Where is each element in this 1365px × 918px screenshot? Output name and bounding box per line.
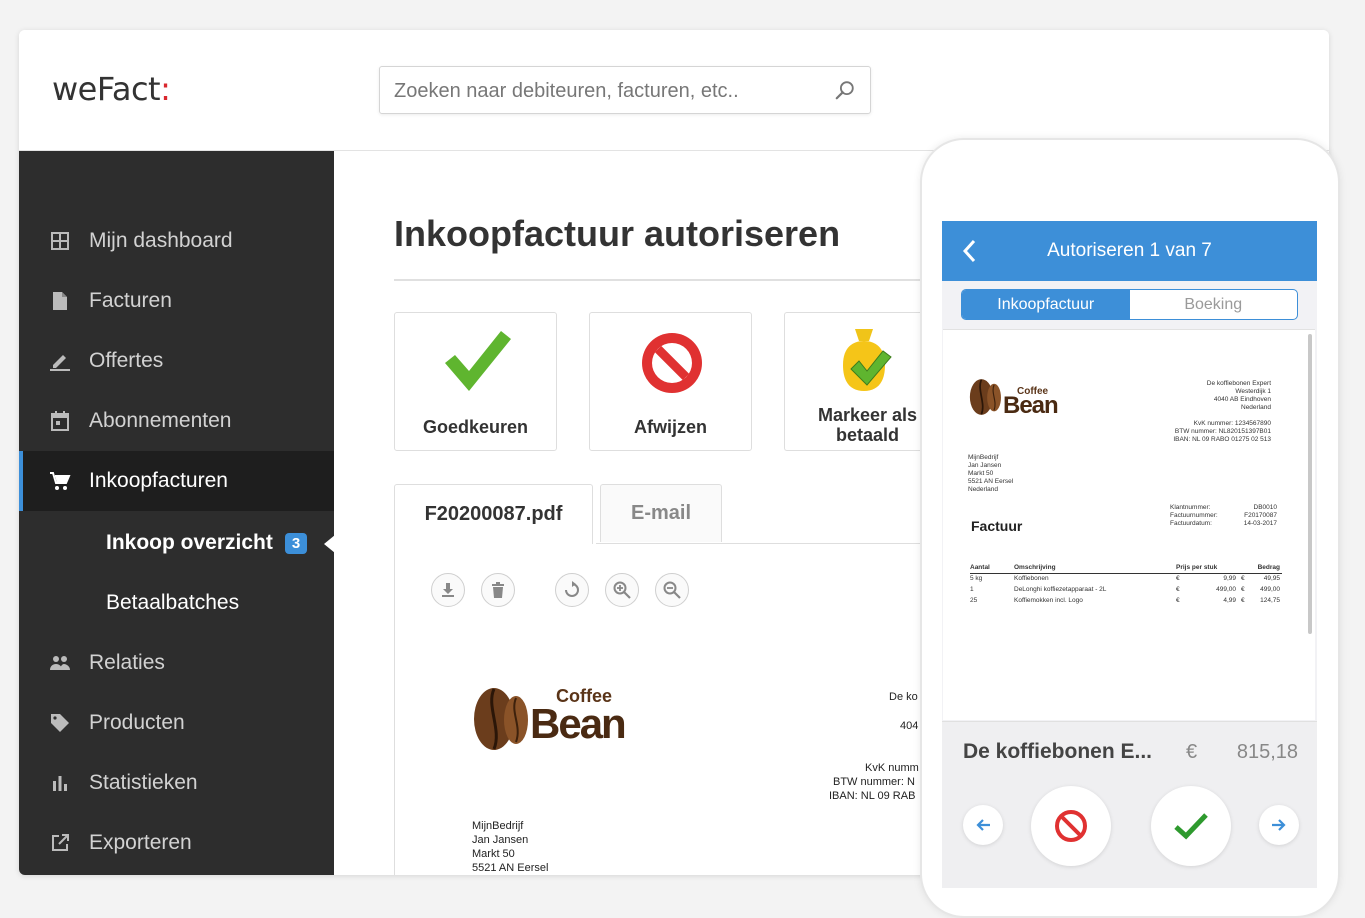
delete-button[interactable] xyxy=(481,573,515,607)
phone-screen: Autoriseren 1 van 7 Inkoopfactuur Boekin… xyxy=(942,221,1317,888)
table-row: 25 xyxy=(970,597,978,604)
title-divider xyxy=(394,279,954,281)
page-title: Inkoopfactuur autoriseren xyxy=(394,213,841,254)
count-badge: 3 xyxy=(284,532,308,554)
arrow-left-icon xyxy=(976,819,990,831)
mobile-recipient-address: MijnBedrijf Jan Jansen Markt 50 5521 AN … xyxy=(968,454,1014,493)
sidebar-item-relaties[interactable]: Relaties xyxy=(19,633,334,693)
invoice-amount: 815,18 xyxy=(1236,741,1298,763)
people-icon xyxy=(49,652,71,674)
search-input[interactable] xyxy=(380,67,826,115)
vendor-name: De koffiebonen E... xyxy=(963,740,1153,763)
zoom-out-icon xyxy=(663,581,681,599)
back-chevron-icon[interactable] xyxy=(960,238,980,264)
approve-button[interactable]: Goedkeuren xyxy=(394,312,557,451)
zoom-in-button[interactable] xyxy=(605,573,639,607)
segmented-control: Inkoopfactuur Boeking xyxy=(961,289,1298,320)
checkmark-icon xyxy=(445,331,511,391)
mark-paid-button[interactable]: Markeer als betaald xyxy=(784,312,924,451)
money-bag-icon xyxy=(843,329,892,391)
currency-symbol: € xyxy=(1186,741,1198,763)
sidebar-item-exporteren[interactable]: Exporteren xyxy=(19,813,334,873)
sidebar-item-statistieken[interactable]: Statistieken xyxy=(19,753,334,813)
mobile-invoice-heading: Factuur xyxy=(971,518,1023,534)
table-row: 1 xyxy=(970,586,974,593)
segment-boeking[interactable]: Boeking xyxy=(1130,290,1298,319)
sidebar-item-dashboard[interactable]: Mijn dashboard xyxy=(19,211,334,271)
trash-icon xyxy=(492,582,504,598)
mobile-header: Autoriseren 1 van 7 xyxy=(942,221,1317,281)
prohibited-icon xyxy=(642,333,702,393)
mobile-footer: De koffiebonen E... € 815,18 xyxy=(942,721,1317,888)
bar-chart-icon xyxy=(49,772,71,794)
sidebar-item-abonnementen[interactable]: Abonnementen xyxy=(19,391,334,451)
arrow-right-icon xyxy=(1272,819,1286,831)
zoom-in-icon xyxy=(613,581,631,599)
sidebar-item-offertes[interactable]: Offertes xyxy=(19,331,334,391)
download-button[interactable] xyxy=(431,573,465,607)
coffee-bean-icon xyxy=(969,379,1001,415)
tab-email[interactable]: E-mail xyxy=(600,484,722,542)
mobile-invoice-preview: Coffee Bean De koffiebonen Expert Wester… xyxy=(943,329,1315,720)
search-icon[interactable] xyxy=(834,79,856,101)
checkmark-icon xyxy=(1174,813,1208,840)
sidebar-item-inkoopfacturen[interactable]: Inkoopfacturen xyxy=(19,451,334,511)
mobile-invoice-meta-labels: Klantnummer: Factuurnummer: Factuurdatum… xyxy=(1170,504,1218,527)
cart-icon xyxy=(49,470,71,492)
previous-button[interactable] xyxy=(963,805,1003,845)
tab-pdf[interactable]: F20200087.pdf xyxy=(394,484,593,544)
search-box xyxy=(379,66,871,115)
pencil-icon xyxy=(49,350,71,372)
mobile-reject-button[interactable] xyxy=(1031,786,1111,866)
wefact-logo[interactable]: weFact: xyxy=(52,70,171,108)
mobile-invoice-meta-values: DB0010 F20170087 14-03-2017 xyxy=(1243,504,1277,527)
mobile-coffee-bean-logo: Coffee Bean xyxy=(968,378,1059,419)
reject-button[interactable]: Afwijzen xyxy=(589,312,752,451)
download-icon xyxy=(442,583,454,597)
sidebar-item-producten[interactable]: Producten xyxy=(19,693,334,753)
zoom-out-button[interactable] xyxy=(655,573,689,607)
sidebar: Mijn dashboard Facturen Offertes Abonnem… xyxy=(19,151,335,875)
prohibited-icon xyxy=(1055,810,1087,842)
tag-icon xyxy=(49,712,71,734)
table-row: 5 kg xyxy=(970,575,983,582)
segment-inkoopfactuur[interactable]: Inkoopfactuur xyxy=(962,290,1130,319)
export-icon xyxy=(49,832,71,854)
coffee-bean-logo: Coffee Bean xyxy=(472,686,627,756)
coffee-bean-icon xyxy=(474,688,528,750)
sidebar-subitem-inkoop-overzicht[interactable]: Inkoop overzicht 3 xyxy=(19,513,335,573)
mobile-scrollbar[interactable] xyxy=(1308,334,1312,634)
grid-icon xyxy=(49,230,71,252)
recipient-address: MijnBedrijf Jan Jansen Markt 50 5521 AN … xyxy=(472,820,549,874)
mobile-header-title: Autoriseren 1 van 7 xyxy=(1047,240,1212,261)
mobile-approve-button[interactable] xyxy=(1151,786,1231,866)
document-icon xyxy=(49,290,71,312)
calendar-icon xyxy=(49,410,71,432)
next-button[interactable] xyxy=(1259,805,1299,845)
sidebar-subitem-betaalbatches[interactable]: Betaalbatches xyxy=(19,573,334,633)
mobile-sender-address: De koffiebonen Expert Westerdijk 1 4040 … xyxy=(1173,380,1271,443)
rotate-icon xyxy=(565,581,579,597)
top-bar: weFact: xyxy=(19,30,1329,151)
sidebar-item-facturen[interactable]: Facturen xyxy=(19,271,334,331)
rotate-button[interactable] xyxy=(555,573,589,607)
